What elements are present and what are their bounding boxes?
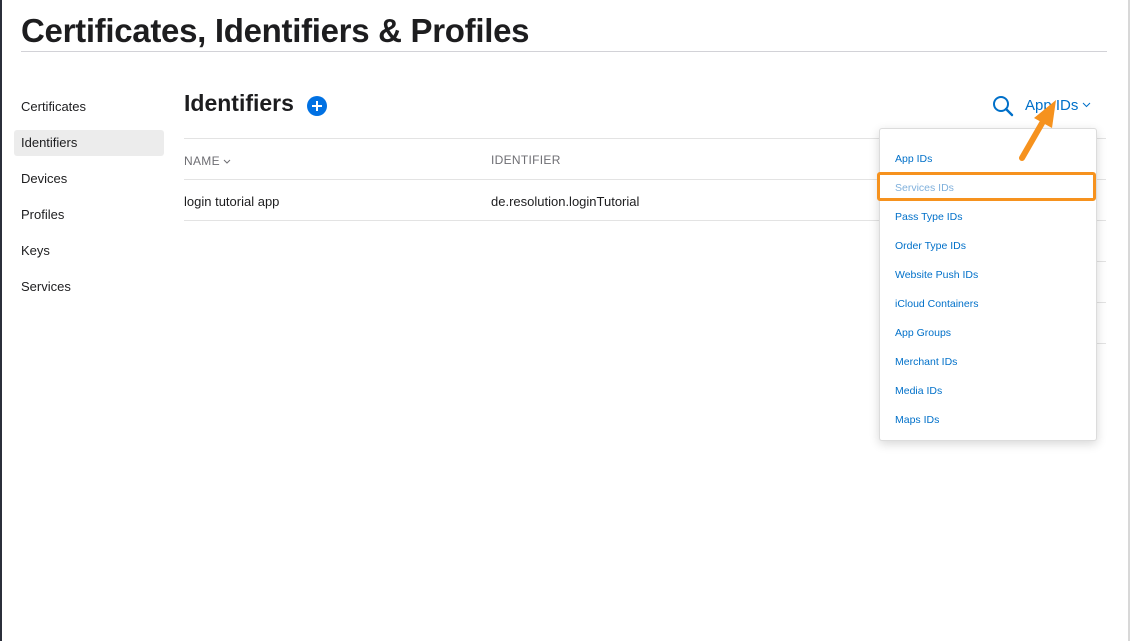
chevron-down-icon [1082,95,1091,112]
column-header-name[interactable]: NAME [184,153,231,168]
sidebar-item-profiles[interactable]: Profiles [14,202,164,228]
sidebar-item-keys[interactable]: Keys [14,238,164,264]
menu-item-maps-ids[interactable]: Maps IDs [895,414,939,426]
page-title: Certificates, Identifiers & Profiles [21,12,530,49]
annotation-highlight-box [877,172,1096,201]
sidebar: Certificates Identifiers Devices Profile… [14,94,164,310]
table-cell-identifier[interactable]: de.resolution.loginTutorial [491,194,639,209]
menu-item-pass-type-ids[interactable]: Pass Type IDs [895,211,963,223]
plus-circle-icon [312,101,322,111]
page: Certificates, Identifiers & Profiles Cer… [0,0,1130,641]
menu-item-merchant-ids[interactable]: Merchant IDs [895,356,957,368]
menu-item-app-ids[interactable]: App IDs [895,153,932,165]
sidebar-item-services[interactable]: Services [14,274,164,300]
annotation-arrow-icon [1019,100,1056,161]
menu-item-media-ids[interactable]: Media IDs [895,385,942,397]
menu-item-app-groups[interactable]: App Groups [895,327,951,339]
menu-item-order-type-ids[interactable]: Order Type IDs [895,240,966,252]
sidebar-item-identifiers[interactable]: Identifiers [14,130,164,156]
window-left-edge [0,0,2,641]
add-identifier-button[interactable] [307,96,327,116]
column-header-name-label: NAME [184,154,220,168]
table-cell-name[interactable]: login tutorial app [184,194,279,209]
column-header-identifier: IDENTIFIER [491,153,561,167]
sidebar-item-devices[interactable]: Devices [14,166,164,192]
menu-item-website-push-ids[interactable]: Website Push IDs [895,269,978,281]
section-title: Identifiers [184,90,294,116]
sort-chevron-icon [223,153,231,167]
sidebar-item-certificates[interactable]: Certificates [14,94,164,120]
title-divider [21,51,1107,52]
menu-item-icloud-containers[interactable]: iCloud Containers [895,298,978,310]
